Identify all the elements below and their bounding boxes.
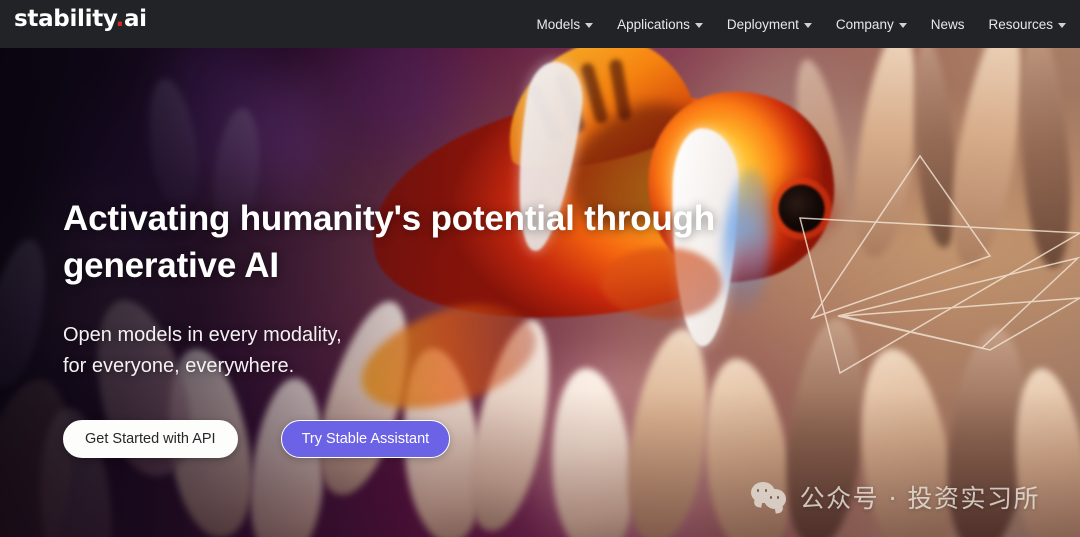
chevron-down-icon xyxy=(1058,22,1066,28)
nav-item-deployment[interactable]: Deployment xyxy=(727,17,812,32)
try-stable-assistant-button[interactable]: Try Stable Assistant xyxy=(280,419,451,458)
hero-cta-row: Get Started with API Try Stable Assistan… xyxy=(63,419,783,458)
hero-section: Activating humanity's potential through … xyxy=(0,48,1080,537)
main-navigation: Models Applications Deployment Company N… xyxy=(537,0,1066,48)
get-started-with-api-button[interactable]: Get Started with API xyxy=(63,419,238,458)
page-title: Activating humanity's potential through … xyxy=(63,199,715,285)
nav-label: News xyxy=(930,16,965,32)
nav-item-models[interactable]: Models xyxy=(537,17,594,32)
nav-label: Company xyxy=(835,16,894,32)
site-header: stability.ai Models Applications Deploym… xyxy=(0,0,1080,48)
logo-suffix: ai xyxy=(123,6,147,32)
hero-subheadline: Open models in every modality, for everyo… xyxy=(63,323,342,377)
logo-dot: . xyxy=(115,6,125,32)
nav-label: Models xyxy=(536,16,581,32)
nav-item-company[interactable]: Company xyxy=(836,17,907,32)
nav-item-resources[interactable]: Resources xyxy=(988,17,1066,32)
nav-label: Deployment xyxy=(726,16,799,32)
nav-label: Resources xyxy=(988,16,1053,32)
chevron-down-icon xyxy=(898,22,907,28)
stability-ai-homepage: Activating humanity's potential through … xyxy=(0,0,1080,537)
nav-item-applications[interactable]: Applications xyxy=(617,17,703,32)
nav-label: Applications xyxy=(617,16,690,32)
chevron-down-icon xyxy=(803,22,812,28)
chevron-down-icon xyxy=(585,22,594,28)
logo-name: stability xyxy=(14,6,116,32)
nav-item-news[interactable]: News xyxy=(931,17,965,32)
chevron-down-icon xyxy=(694,22,703,28)
stability-ai-logo[interactable]: stability.ai xyxy=(14,8,147,31)
hero-content: Activating humanity's potential through … xyxy=(63,196,783,458)
